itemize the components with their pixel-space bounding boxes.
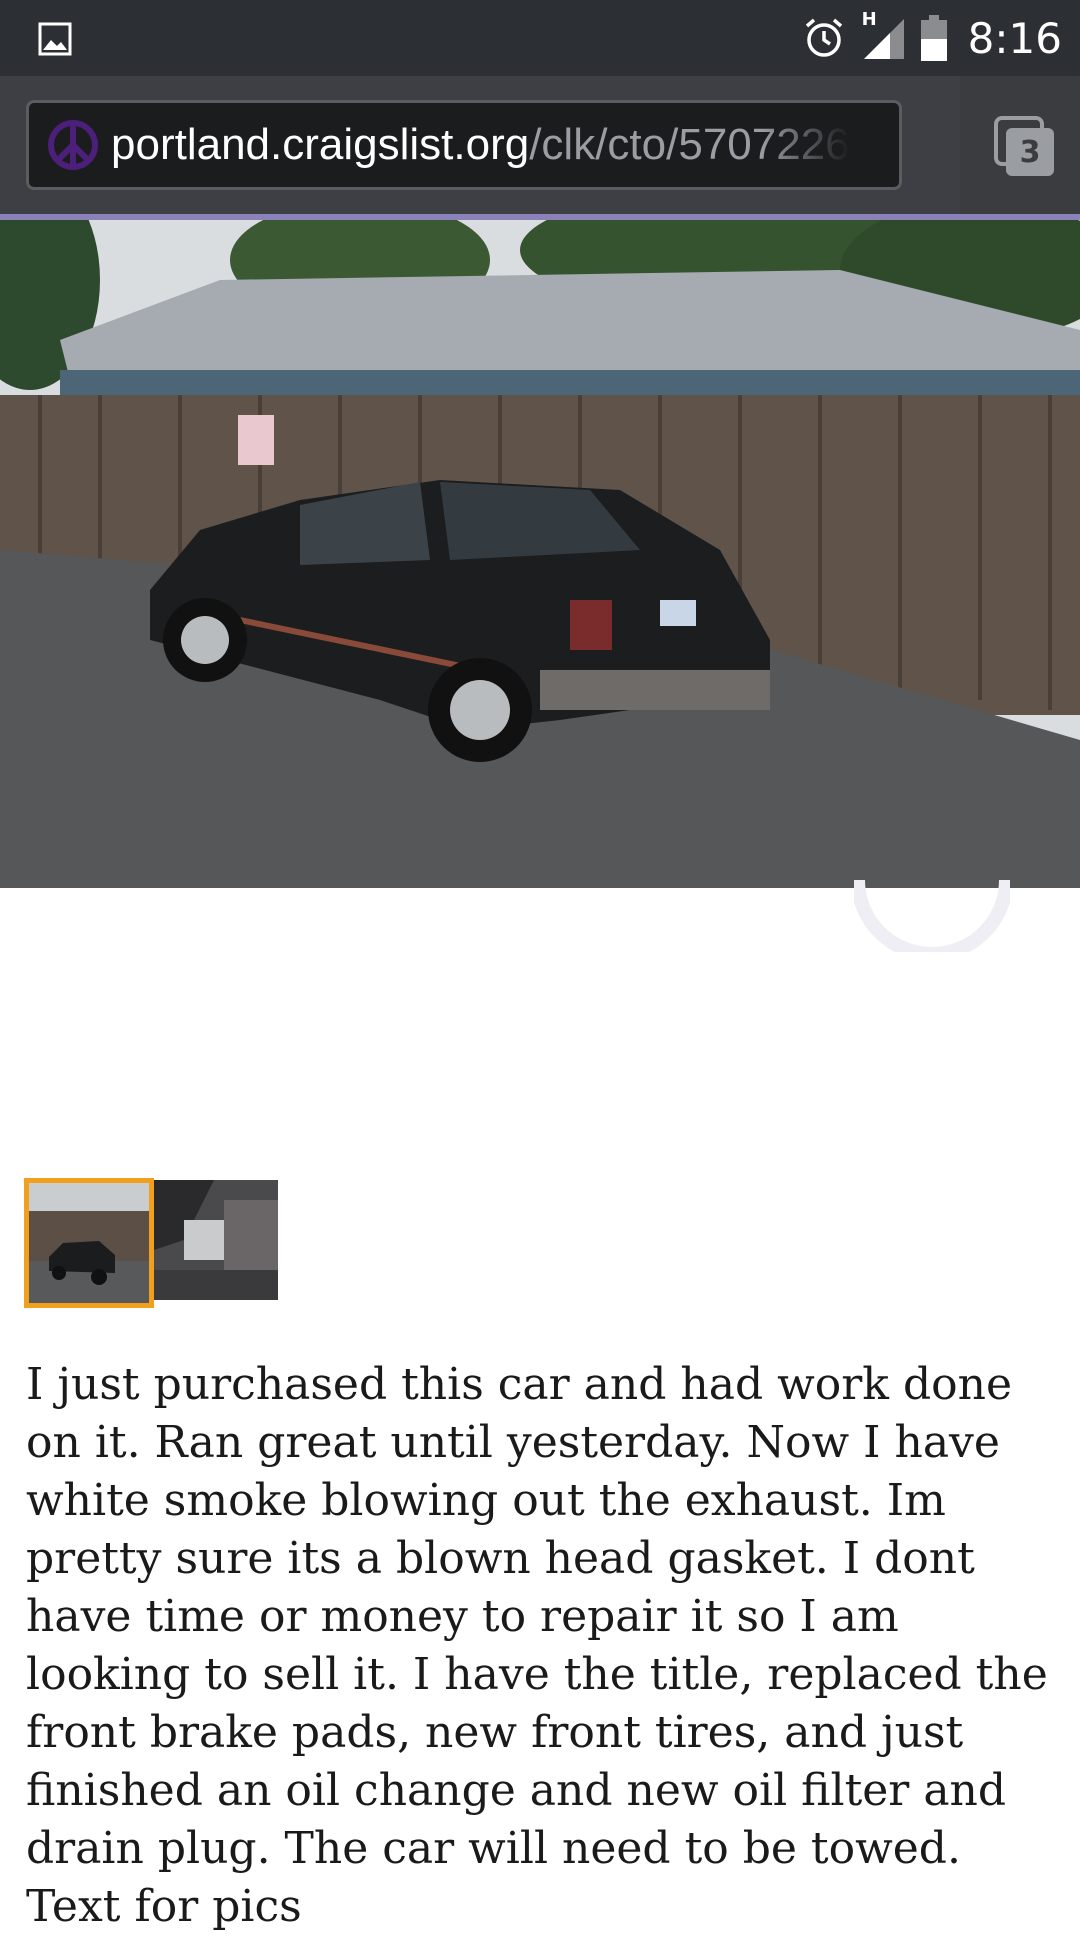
network-type-label: H (861, 9, 877, 30)
signal-icon: H (860, 9, 906, 61)
thumbnail-interior[interactable] (154, 1180, 278, 1300)
thumbnail-exterior[interactable] (24, 1178, 154, 1308)
address-bar[interactable]: portland.craigslist.org/clk/cto/5707226 (26, 100, 902, 190)
url-path: /clk/cto/5707226 (529, 120, 850, 169)
battery-icon (920, 15, 947, 61)
browser-toolbar: portland.craigslist.org/clk/cto/5707226 … (0, 76, 1080, 214)
tab-count: 3 (1019, 134, 1041, 170)
status-bar: H 8:16 (0, 0, 1080, 76)
url-host: portland.craigslist.org (111, 120, 530, 169)
status-time: 8:16 (967, 13, 1062, 63)
gallery-icon (38, 22, 72, 56)
favicon-peace-icon (48, 120, 98, 170)
thumbnail-strip (24, 1178, 278, 1308)
listing-main-image[interactable] (0, 220, 1080, 888)
url-text[interactable]: portland.craigslist.org/clk/cto/5707226 (111, 120, 850, 170)
listing-description: I just purchased this car and had work d… (26, 1359, 1048, 1932)
loading-spinner-icon (854, 880, 1010, 952)
tab-switcher-button[interactable]: 3 (992, 114, 1058, 180)
alarm-icon (805, 18, 842, 57)
